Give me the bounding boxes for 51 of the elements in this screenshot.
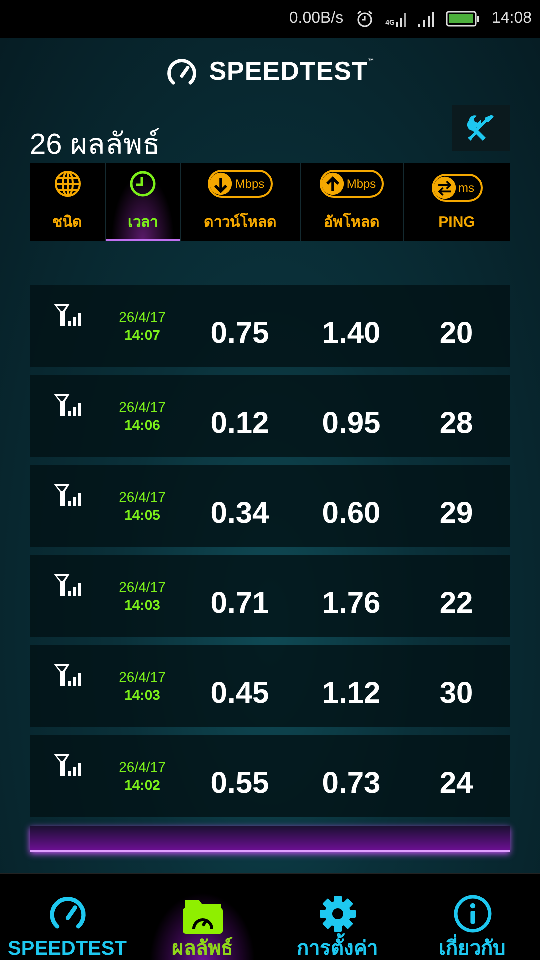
result-row[interactable]: 26/4/17 14:05 0.34 0.60 29: [30, 465, 510, 547]
result-date: 26/4/17: [119, 399, 166, 415]
result-date: 26/4/17: [119, 759, 166, 775]
download-value: 0.71: [210, 587, 270, 621]
nav-tab[interactable]: SPEEDTEST: [0, 874, 135, 960]
result-date: 26/4/17: [119, 309, 166, 325]
upload-value: 0.95: [322, 407, 381, 441]
ping-value: 30: [440, 677, 474, 711]
upload-value: 1.40: [322, 317, 381, 351]
result-time: 14:06: [124, 417, 160, 433]
clock-time: 14:08: [492, 10, 532, 28]
download-value: 0.55: [210, 767, 270, 801]
result-time: 14:03: [124, 597, 160, 613]
download-value: 0.12: [210, 407, 270, 441]
result-time: 14:03: [124, 687, 160, 703]
upload-value: 1.76: [322, 587, 381, 621]
upload-value: 1.12: [322, 677, 381, 711]
result-row[interactable]: 26/4/17 14:02 0.55 0.73 24: [30, 735, 510, 817]
download-value: 0.75: [210, 317, 270, 351]
column-tab[interactable]: Mbps อัพโหลด: [300, 163, 403, 241]
result-date: 26/4/17: [119, 579, 166, 595]
column-tab[interactable]: ms PING: [403, 163, 510, 241]
upload-value: 0.60: [322, 497, 381, 531]
app-title: SPEEDTEST: [209, 56, 368, 87]
nav-tab[interactable]: การตั้งค่า: [270, 874, 405, 960]
result-time: 14:02: [124, 777, 160, 793]
download-value: 0.34: [210, 497, 270, 531]
upload-value: 0.73: [322, 767, 381, 801]
unit-badge: ms: [432, 174, 482, 202]
result-row[interactable]: 26/4/17 14:03 0.71 1.76 22: [30, 555, 510, 637]
ping-value: 28: [440, 407, 474, 441]
ping-value: 20: [440, 317, 474, 351]
ping-value: 29: [440, 497, 474, 531]
unit-badge: Mbps: [208, 170, 273, 198]
result-row[interactable]: 26/4/17 14:07 0.75 1.40 20: [30, 285, 510, 367]
nav-tab[interactable]: เกี่ยวกับ: [405, 874, 540, 960]
column-tab[interactable]: ชนิด: [30, 163, 105, 241]
ping-value: 22: [440, 587, 474, 621]
network-speed: 0.00B/s: [289, 10, 344, 28]
unit-badge: Mbps: [320, 170, 384, 198]
download-value: 0.45: [210, 677, 270, 711]
column-tab[interactable]: เวลา: [105, 163, 180, 241]
result-time: 14:07: [124, 327, 160, 343]
result-date: 26/4/17: [119, 669, 166, 685]
result-date: 26/4/17: [119, 489, 166, 505]
results-count: 26 ผลลัพธ์: [30, 127, 160, 163]
result-row[interactable]: 26/4/17 14:03 0.45 1.12 30: [30, 645, 510, 727]
result-time: 14:05: [124, 507, 160, 523]
ping-value: 24: [440, 767, 474, 801]
result-row[interactable]: 26/4/17 14:06 0.12 0.95 28: [30, 375, 510, 457]
column-tab[interactable]: Mbps ดาวน์โหลด: [180, 163, 300, 241]
